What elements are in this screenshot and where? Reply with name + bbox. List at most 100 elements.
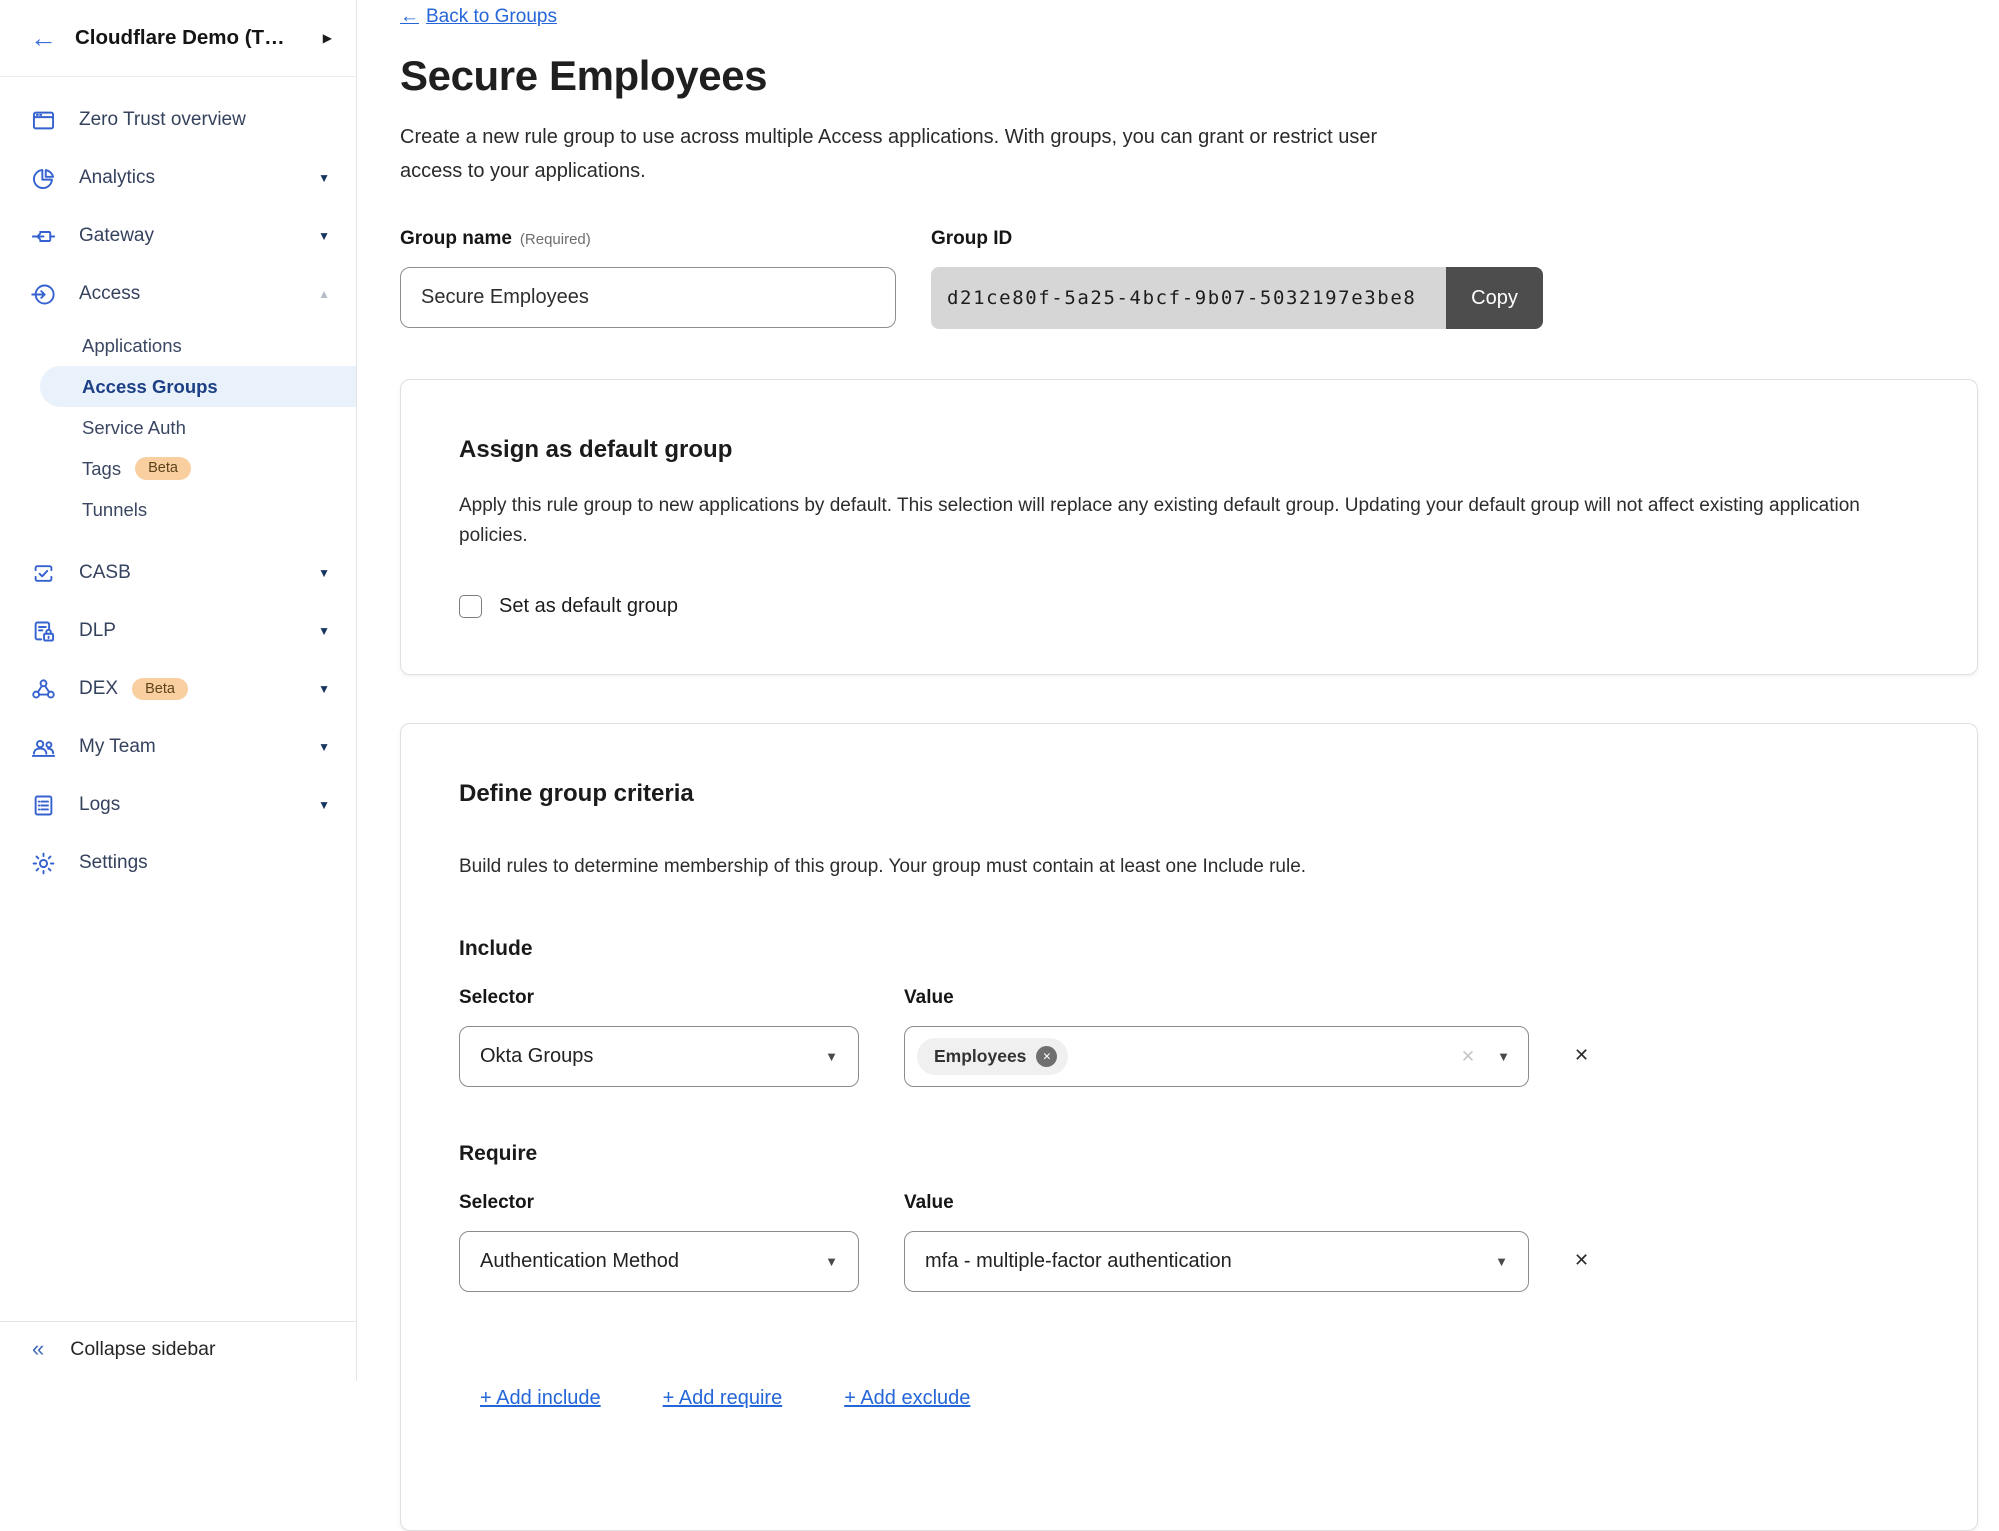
chevron-down-icon[interactable]: ▼ [318,624,330,638]
sidebar-item-dex[interactable]: DEX Beta ▼ [0,660,356,718]
require-section-title: Require [459,1142,1919,1166]
set-default-group-checkbox[interactable] [459,595,482,618]
sidebar-header: ← Cloudflare Demo (T… ▶ [0,0,356,77]
sidebar-item-label: DLP [79,620,116,642]
chevron-down-icon[interactable]: ▼ [318,740,330,754]
sub-item-label: Service Auth [82,417,186,439]
add-include-link[interactable]: + Add include [480,1387,601,1410]
sidebar-item-label: Zero Trust overview [79,109,246,131]
overview-icon [30,107,57,134]
chevron-down-icon: ▼ [1495,1254,1508,1269]
collapse-label: Collapse sidebar [70,1338,215,1361]
collapse-sidebar[interactable]: « Collapse sidebar [0,1321,356,1381]
include-rule-row: Selector Okta Groups ▼ Value Employees ✕… [459,987,1919,1087]
sidebar-item-access[interactable]: Access ▲ [0,265,356,323]
beta-badge: Beta [132,678,188,701]
gateway-icon [30,223,57,250]
team-icon [30,734,57,761]
require-value-dropdown[interactable]: mfa - multiple-factor authentication ▼ [904,1231,1529,1292]
chevron-down-icon[interactable]: ▼ [318,798,330,812]
back-arrow-icon: ← [400,6,419,28]
include-selector-dropdown[interactable]: Okta Groups ▼ [459,1026,859,1087]
chevron-down-icon[interactable]: ▼ [318,566,330,580]
dex-icon [30,676,57,703]
value-label: Value [904,987,1529,1009]
casb-icon [30,560,57,587]
card-title: Define group criteria [459,780,1919,808]
include-value-multiselect[interactable]: Employees ✕ ✕ ▼ [904,1026,1529,1087]
add-exclude-link[interactable]: + Add exclude [844,1387,970,1410]
sidebar-item-gateway[interactable]: Gateway ▼ [0,207,356,265]
require-selector-dropdown[interactable]: Authentication Method ▼ [459,1231,859,1292]
sidebar-item-casb[interactable]: CASB ▼ [0,544,356,602]
sidebar-item-dlp[interactable]: DLP ▼ [0,602,356,660]
copy-button[interactable]: Copy [1446,267,1543,329]
include-section-title: Include [459,937,1919,961]
sidebar-item-zero-trust-overview[interactable]: Zero Trust overview [0,91,356,149]
selector-label: Selector [459,1192,859,1214]
sidebar-item-label: Gateway [79,225,154,247]
remove-include-rule-icon[interactable]: ✕ [1574,1045,1614,1066]
value-chip: Employees ✕ [917,1038,1068,1075]
back-to-groups-link[interactable]: ← Back to Groups [400,6,557,28]
group-id-label: Group ID [931,228,1543,250]
require-rule-row: Selector Authentication Method ▼ Value m… [459,1192,1919,1292]
required-hint: (Required) [520,231,591,248]
logs-icon [30,792,57,819]
selector-label: Selector [459,987,859,1009]
chevron-down-icon[interactable]: ▼ [318,682,330,696]
chevron-down-icon[interactable]: ▼ [318,171,330,185]
chevron-down-icon: ▼ [825,1254,838,1269]
sidebar-item-analytics[interactable]: Analytics ▼ [0,149,356,207]
sidebar-item-tunnels[interactable]: Tunnels [0,489,356,530]
sidebar-item-label: Analytics [79,167,155,189]
remove-require-rule-icon[interactable]: ✕ [1574,1250,1614,1271]
set-default-group-row[interactable]: Set as default group [459,595,1919,618]
sidebar-item-logs[interactable]: Logs ▼ [0,776,356,834]
collapse-icon: « [32,1338,44,1360]
page-description: Create a new rule group to use across mu… [400,120,1405,188]
access-icon [30,281,57,308]
sidebar-item-access-groups[interactable]: Access Groups [40,366,356,407]
sidebar-item-my-team[interactable]: My Team ▼ [0,718,356,776]
checkbox-label: Set as default group [499,595,678,618]
sidebar-item-label: DEX [79,678,118,700]
analytics-icon [30,165,57,192]
chevron-down-icon: ▼ [1497,1049,1510,1064]
back-arrow-icon[interactable]: ← [30,25,57,52]
sidebar-item-settings[interactable]: Settings [0,834,356,892]
selected-value: mfa - multiple-factor authentication [925,1250,1232,1273]
group-name-field: Group name(Required) [400,228,896,329]
sidebar-item-label: CASB [79,562,131,584]
account-expand-icon[interactable]: ▶ [323,31,332,45]
sidebar-item-label: Settings [79,852,148,874]
sub-item-label: Tunnels [82,499,147,521]
sidebar-nav: Zero Trust overview Analytics ▼ Gateway … [0,77,356,1321]
chevron-down-icon: ▼ [825,1049,838,1064]
back-link-label: Back to Groups [426,6,557,28]
add-rule-links: + Add include + Add require + Add exclud… [459,1387,1919,1410]
sub-item-label: Applications [82,335,182,357]
clear-values-icon[interactable]: ✕ [1461,1047,1475,1067]
card-description: Apply this rule group to new application… [459,491,1919,551]
chip-label: Employees [934,1046,1026,1067]
group-name-input[interactable] [400,267,896,328]
group-form-row: Group name(Required) Group ID d21ce80f-5… [400,228,1978,329]
sidebar-item-applications[interactable]: Applications [0,325,356,366]
card-title: Assign as default group [459,436,1919,464]
group-id-value: d21ce80f-5a25-4bcf-9b07-5032197e3be8 [931,267,1446,329]
chip-remove-icon[interactable]: ✕ [1036,1046,1057,1067]
add-require-link[interactable]: + Add require [663,1387,783,1410]
selected-value: Authentication Method [480,1250,679,1273]
group-id-field: Group ID d21ce80f-5a25-4bcf-9b07-5032197… [931,228,1543,329]
sidebar-item-tags[interactable]: Tags Beta [0,448,356,489]
sub-item-label: Tags [82,458,121,480]
access-sub-menu: Applications Access Groups Service Auth … [0,325,356,530]
sidebar-item-label: My Team [79,736,156,758]
chevron-up-icon[interactable]: ▲ [318,287,330,301]
sidebar-item-service-auth[interactable]: Service Auth [0,407,356,448]
value-label: Value [904,1192,1529,1214]
account-name[interactable]: Cloudflare Demo (T… [75,26,305,50]
chevron-down-icon[interactable]: ▼ [318,229,330,243]
sidebar: ← Cloudflare Demo (T… ▶ Zero Trust overv… [0,0,357,1381]
